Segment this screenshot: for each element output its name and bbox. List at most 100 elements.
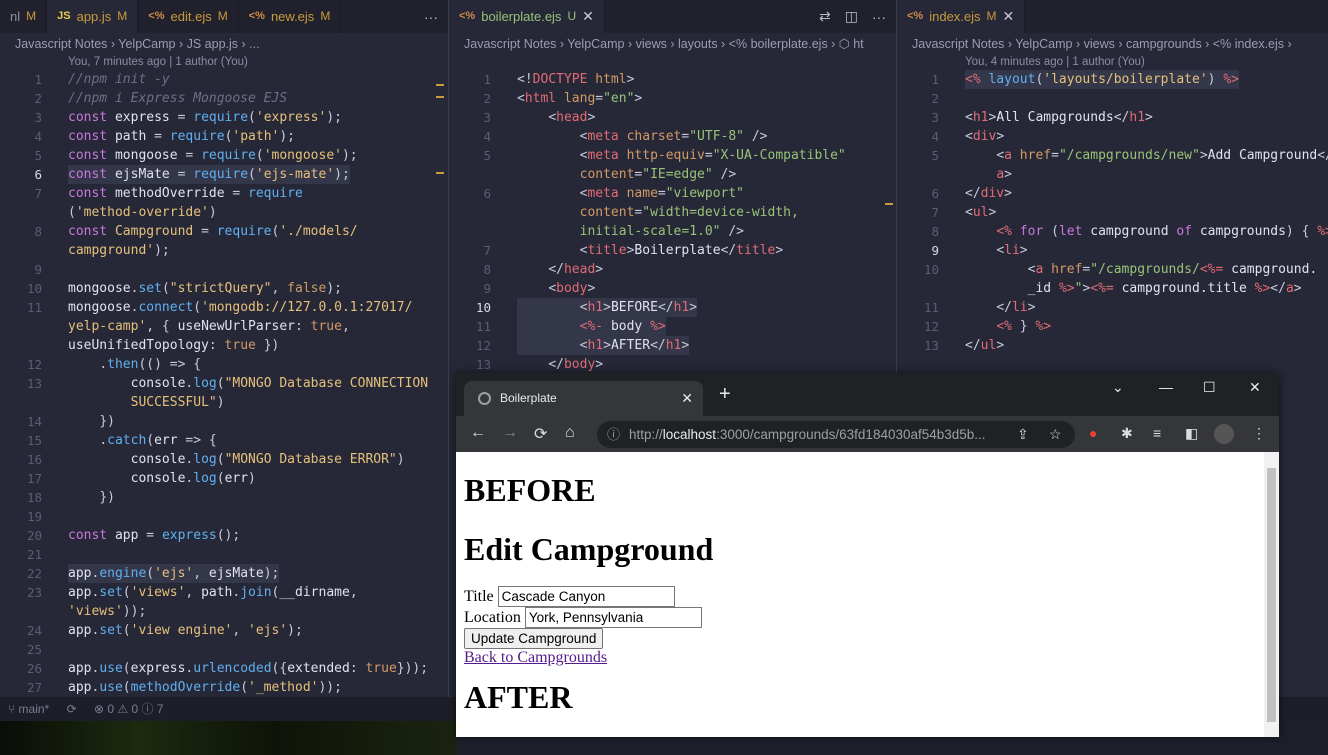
branch-icon[interactable]: ⑂ (8, 702, 19, 716)
page-content: BEFORE Edit Campground Title Location Up… (456, 452, 1264, 737)
line-number: 11 (475, 319, 491, 334)
line-number: 11 (923, 300, 939, 315)
line-number: 8 (34, 224, 42, 239)
location-input[interactable] (524, 607, 702, 628)
title-label: Title (464, 587, 494, 605)
scrollbar-thumb[interactable] (1267, 468, 1276, 722)
ejs-file-icon: <% (907, 10, 924, 22)
code-line: }) (99, 490, 115, 505)
back-to-campgrounds-link[interactable]: Back to Campgrounds (464, 649, 607, 666)
code-line: <h1>All Campgrounds</h1> (965, 110, 1153, 125)
code-line: <title>Boilerplate</title> (579, 243, 784, 258)
bookmark-star-icon[interactable]: ☆ (1049, 421, 1062, 448)
editor-pane-app-js: nl M JS app.js M <% edit.ejs M <% new.ejs M ···… (0, 0, 448, 697)
tab-boilerplate-ejs[interactable]: <% boilerplate.ejs U ✕ (449, 0, 605, 33)
line-number: 5 (483, 148, 491, 163)
line-number: 18 (26, 490, 42, 505)
globe-icon (478, 392, 491, 405)
browser-tab-title: Boilerplate (500, 391, 557, 405)
line-number: 4 (483, 129, 491, 144)
tab-label: boilerplate.ejs (481, 9, 562, 24)
line-number: 24 (26, 623, 42, 638)
line-number: 15 (26, 433, 42, 448)
line-number: 8 (483, 262, 491, 277)
page-scrollbar[interactable] (1264, 452, 1279, 737)
tab-edit-ejs[interactable]: <% edit.ejs M (138, 0, 239, 33)
ejs-file-icon: <% (148, 10, 165, 22)
close-window-icon[interactable]: ✕ (1249, 379, 1261, 396)
code-line: <h1>BEFORE</h1> (517, 298, 698, 317)
heading-after: AFTER (464, 679, 573, 715)
code-line: </ul> (965, 338, 1005, 353)
code-line: const methodOverride = require (68, 186, 303, 201)
browser-tab[interactable]: Boilerplate ✕ (464, 381, 703, 416)
maximize-icon[interactable]: ☐ (1203, 379, 1216, 396)
side-panel-icon[interactable]: ◧ (1185, 425, 1198, 442)
reload-icon[interactable]: ⟳ (534, 424, 547, 444)
menu-icon[interactable]: ⋮ (1252, 425, 1266, 442)
code-line: content="width=device-width, (579, 205, 799, 220)
close-tab-icon[interactable]: ✕ (681, 381, 693, 416)
branch-name[interactable]: main* (19, 702, 50, 716)
avatar[interactable] (1214, 424, 1234, 444)
line-number: 25 (26, 642, 42, 657)
ejs-file-icon: <% (248, 10, 265, 22)
new-tab-icon[interactable]: + (719, 383, 731, 406)
code-line: <h1>AFTER</h1> (517, 336, 690, 355)
sync-icon[interactable]: ⟳ (67, 702, 77, 716)
more-actions-icon[interactable]: ··· (872, 9, 886, 25)
close-icon[interactable]: ✕ (1003, 0, 1015, 33)
code-line: <meta name="viewport" (579, 186, 745, 201)
line-number: 9 (483, 281, 491, 296)
tab-new-ejs[interactable]: <% new.ejs M (239, 0, 342, 33)
line-number: 8 (931, 224, 939, 239)
close-icon[interactable]: ✕ (582, 0, 594, 33)
line-number: 5 (931, 148, 939, 163)
code-line: const Campground = require('./models/ (68, 224, 358, 239)
forward-icon[interactable]: → (502, 424, 518, 442)
tab-app-js[interactable]: JS app.js M (47, 0, 139, 33)
extension-icon[interactable]: ● (1089, 425, 1097, 441)
breadcrumb: Javascript Notes › YelpCamp › views › ca… (912, 37, 1292, 51)
line-number: 13 (923, 338, 939, 353)
code-line: <ul> (965, 205, 997, 220)
line-number: 5 (34, 148, 42, 163)
tab-index-ejs[interactable]: <% index.ejs M ✕ (897, 0, 1026, 33)
problems-count[interactable]: ⊗ 0 ⚠ 0 ⓘ 7 (94, 702, 164, 716)
back-icon[interactable]: ← (470, 424, 486, 442)
code-line: </body> (548, 357, 604, 372)
puzzle-icon[interactable]: ✱ (1121, 425, 1133, 442)
tab-bar: nl M JS app.js M <% edit.ejs M <% new.ejs M ··· (0, 0, 448, 33)
address-bar[interactable]: ⓘ http://localhost:3000/campgrounds/63fd… (597, 421, 1075, 448)
desktop-wallpaper (0, 721, 456, 755)
line-number: 13 (475, 357, 491, 372)
share-icon[interactable]: ⇪ (1017, 421, 1029, 448)
tab-search-icon[interactable]: ⌄ (1112, 379, 1124, 396)
open-changes-icon[interactable]: ⇄ (819, 8, 831, 25)
code-line: a> (996, 167, 1012, 182)
tab-label: new.ejs (270, 9, 315, 24)
update-campground-button[interactable]: Update Campground (464, 628, 604, 649)
code-line: const mongoose = require('mongoose'); (68, 148, 358, 163)
line-number: 23 (26, 585, 42, 600)
code-line: <%- body %> (517, 317, 666, 336)
line-number: 4 (931, 129, 939, 144)
tab-status: M (217, 9, 228, 23)
code-line: const ejsMate = require('ejs-mate'); (68, 165, 350, 184)
code-line: const app = express(); (68, 528, 241, 543)
line-number: 9 (931, 243, 939, 258)
minimize-icon[interactable]: — (1159, 379, 1173, 395)
line-number: 12 (475, 338, 491, 353)
tab-nl[interactable]: nl M (0, 0, 48, 33)
split-editor-icon[interactable]: ◫ (845, 8, 858, 25)
site-info-icon[interactable]: ⓘ (607, 421, 620, 448)
code-line: <% } %> (996, 319, 1052, 334)
line-number: 12 (923, 319, 939, 334)
reading-list-icon[interactable]: ≡ (1153, 425, 1161, 441)
line-number: 13 (26, 376, 42, 391)
home-icon[interactable]: ⌂ (565, 424, 575, 442)
more-actions-icon[interactable]: ··· (424, 9, 438, 25)
tab-label: nl (10, 9, 21, 24)
line-number: 22 (26, 566, 42, 581)
title-input[interactable] (497, 586, 675, 607)
